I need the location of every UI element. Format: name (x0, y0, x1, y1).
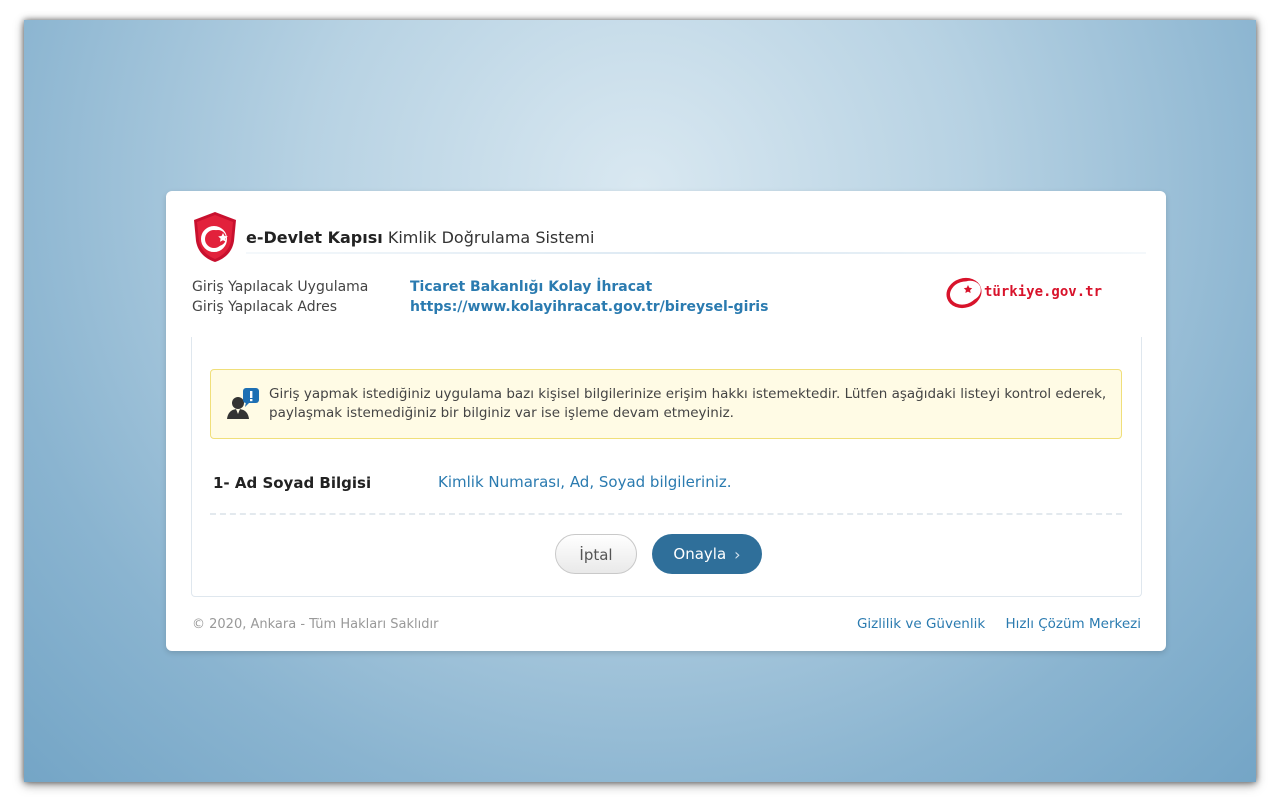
system-name: Kimlik Doğrulama Sistemi (387, 227, 595, 247)
header-divider (246, 252, 1146, 254)
app-info-labels: Giriş Yapılacak Uygulama Giriş Yapılacak… (192, 277, 368, 317)
background-frame: e-Devlet Kapısı Kimlik Doğrulama Sistemi… (24, 20, 1256, 782)
footer-links: Gizlilik ve Güvenlik Hızlı Çözüm Merkezi (841, 616, 1141, 632)
alert-text: Giriş yapmak istediğiniz uygulama bazı k… (269, 385, 1106, 423)
login-consent-card: e-Devlet Kapısı Kimlik Doğrulama Sistemi… (166, 191, 1166, 651)
app-address-value: https://www.kolayihracat.gov.tr/bireysel… (410, 299, 769, 315)
chevron-right-icon: › (734, 544, 741, 564)
edevlet-shield-icon (194, 212, 236, 262)
alert-line-2: paylaşmak istemediğiniz bir bilginiz var… (269, 405, 734, 421)
permission-title: 1- Ad Soyad Bilgisi (213, 474, 372, 492)
app-info-values: Ticaret Bakanlığı Kolay İhracat https://… (410, 277, 768, 317)
turkiye-gov-logo-text: türkiye.gov.tr (984, 284, 1103, 300)
app-name-value: Ticaret Bakanlığı Kolay İhracat (410, 279, 653, 295)
confirm-button[interactable]: Onayla › (652, 534, 762, 574)
help-center-link[interactable]: Hızlı Çözüm Merkezi (1005, 616, 1141, 632)
address-label: Giriş Yapılacak Adres (192, 299, 337, 315)
alert-line-1: Giriş yapmak istediğiniz uygulama bazı k… (269, 386, 1107, 402)
privacy-link[interactable]: Gizlilik ve Güvenlik (857, 616, 985, 632)
brand-name: e-Devlet Kapısı (246, 227, 383, 247)
app-label: Giriş Yapılacak Uygulama (192, 279, 369, 295)
permission-description: Kimlik Numarası, Ad, Soyad bilgileriniz. (438, 473, 732, 491)
turkiye-gov-logo: türkiye.gov.tr (944, 275, 1102, 309)
user-info-icon (227, 388, 259, 419)
page-header: e-Devlet Kapısı Kimlik Doğrulama Sistemi (192, 209, 594, 265)
permission-divider (210, 513, 1122, 515)
confirm-button-label: Onayla (673, 545, 727, 563)
page-title: e-Devlet Kapısı Kimlik Doğrulama Sistemi (246, 228, 594, 247)
copyright-text: © 2020, Ankara - Tüm Hakları Saklıdır (192, 617, 439, 632)
permission-alert: Giriş yapmak istediğiniz uygulama bazı k… (210, 369, 1122, 439)
cancel-button[interactable]: İptal (555, 534, 637, 574)
